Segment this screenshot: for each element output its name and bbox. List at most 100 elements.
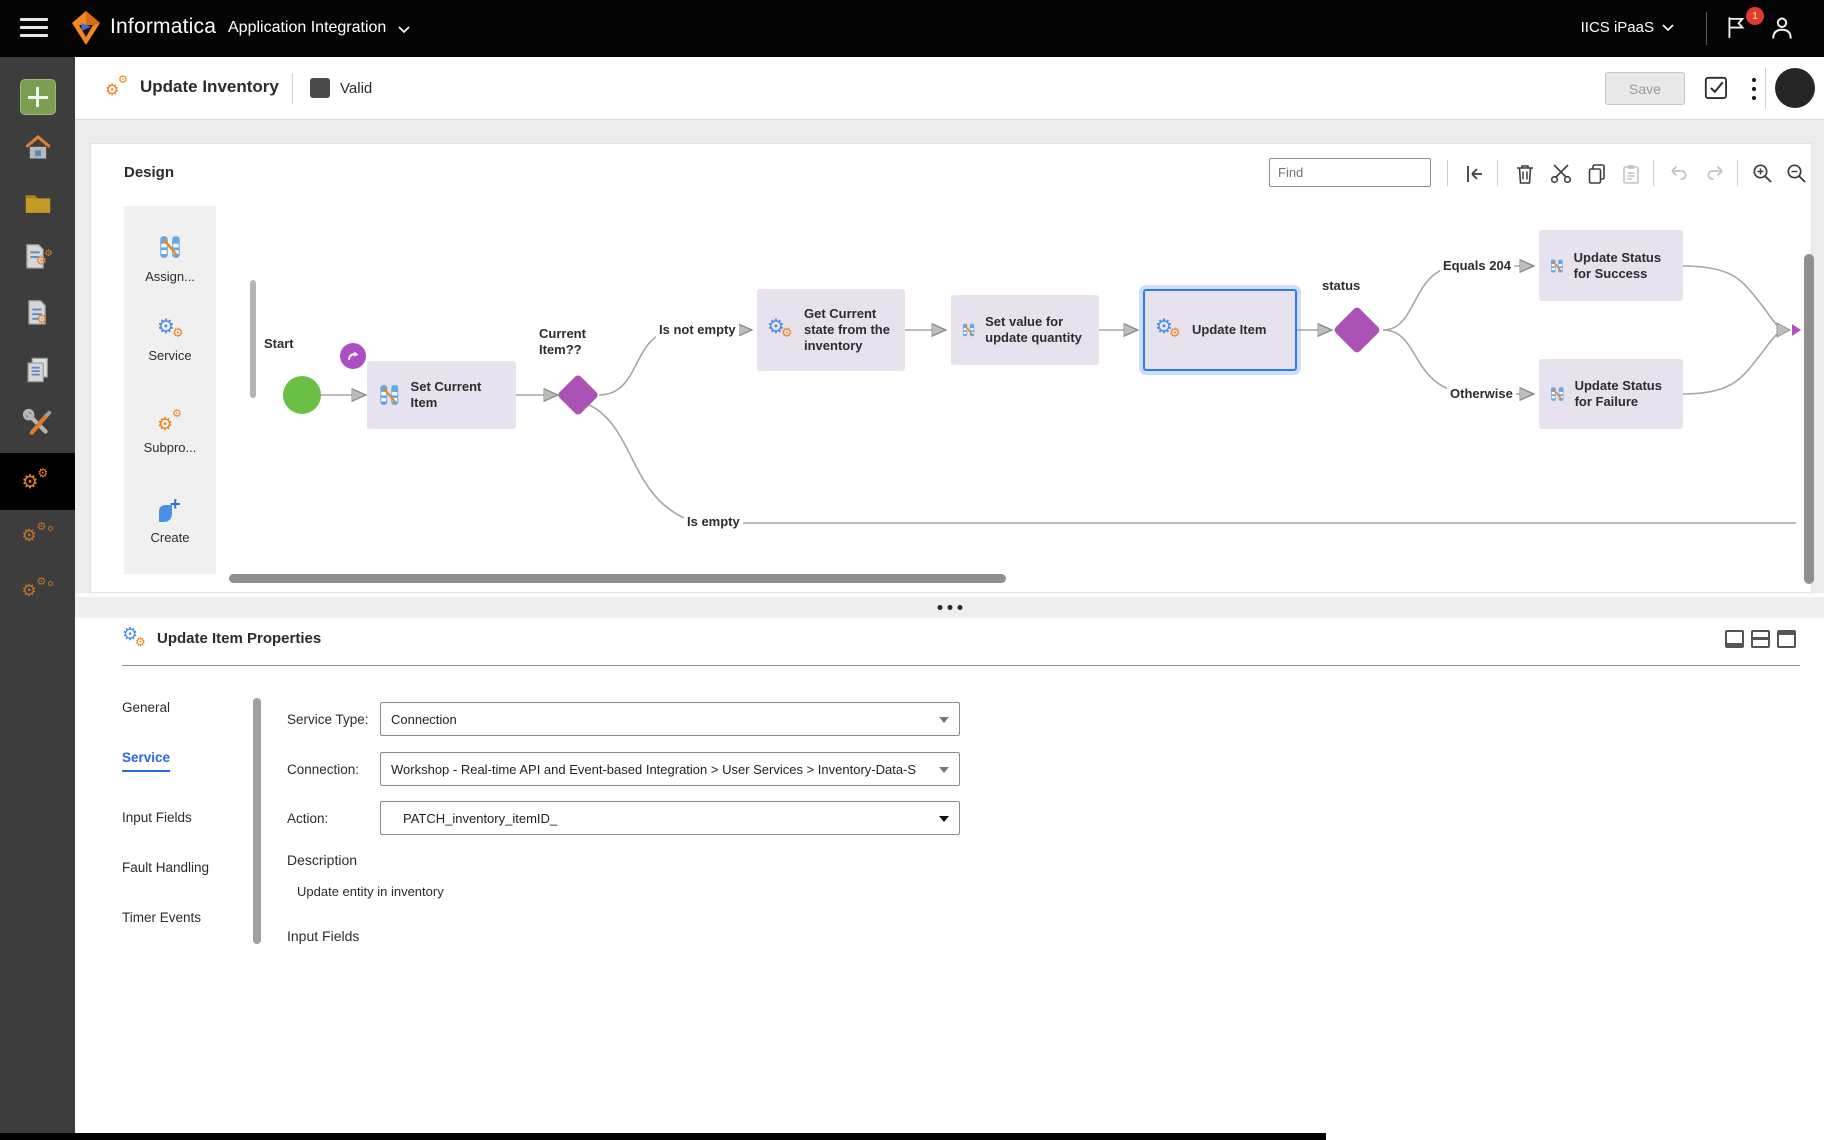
chevron-down-icon: [939, 816, 949, 822]
app-window: Informatica Application Integration IICS…: [0, 0, 1824, 1140]
assignment-icon: [961, 318, 976, 342]
sidebar-item-metadata[interactable]: ⚙: [0, 288, 75, 340]
sidebar-item-admin-tools[interactable]: [0, 398, 75, 450]
avatar[interactable]: [1775, 68, 1815, 108]
node-update-status-success[interactable]: Update Status for Success: [1539, 230, 1683, 301]
input-fields-section-label: Input Fields: [287, 928, 359, 944]
document-data-icon: ⚙: [23, 299, 53, 329]
tabs-scrollbar[interactable]: [253, 698, 261, 944]
branch-label-equals-204: Equals 204: [1440, 258, 1514, 274]
topbar-separator: [1706, 12, 1707, 45]
sidebar-item-explore[interactable]: [0, 177, 75, 229]
connection-label: Connection:: [287, 762, 359, 777]
sidebar-new-button[interactable]: [0, 71, 75, 123]
process-gears-icon: ⚙ ⚙: [22, 467, 54, 497]
tools-icon: [23, 409, 53, 439]
properties-title: Update Item Properties: [157, 630, 321, 647]
page-title: Update Inventory: [140, 77, 279, 97]
chevron-down-icon: [398, 26, 410, 34]
node-set-value[interactable]: Set value for update quantity: [951, 295, 1099, 365]
service-type-label: Service Type:: [287, 712, 369, 727]
panel-splitter[interactable]: [75, 593, 1824, 618]
tab-fault-handling[interactable]: Fault Handling: [122, 860, 209, 875]
canvas-horizontal-scrollbar[interactable]: [229, 574, 1006, 583]
plus-icon: [20, 79, 56, 115]
action-label: Action:: [287, 811, 328, 826]
layout-split-icon[interactable]: [1751, 630, 1770, 648]
save-button[interactable]: Save: [1605, 72, 1685, 105]
more-actions-kebab-icon[interactable]: [1747, 74, 1761, 104]
assignment-icon: [377, 383, 402, 407]
node-update-status-failure[interactable]: Update Status for Failure: [1539, 359, 1683, 429]
design-panel: Design: [90, 143, 1812, 593]
description-label: Description: [287, 852, 357, 868]
node-set-current-item[interactable]: Set Current Item: [367, 361, 516, 429]
service-icon: ⚙⚙: [1155, 317, 1183, 343]
sidebar-item-connectors[interactable]: ⚙ ⚙: [0, 564, 75, 616]
properties-divider: [122, 665, 1800, 666]
home-icon: [24, 135, 52, 161]
service-type-select[interactable]: Connection: [380, 702, 960, 736]
bottom-strip: [0, 1133, 1326, 1140]
layout-top-icon[interactable]: [1777, 630, 1796, 648]
validate-check-square-icon[interactable]: [1703, 75, 1730, 102]
tab-general[interactable]: General: [122, 700, 170, 715]
user-profile-icon[interactable]: [1768, 14, 1798, 44]
document-gears-icon: ⚙ ⚙: [23, 243, 53, 273]
chevron-down-icon: [1662, 24, 1674, 32]
branch-label-otherwise: Otherwise: [1447, 386, 1516, 402]
tab-timer-events[interactable]: Timer Events: [122, 910, 201, 925]
layout-bottom-icon[interactable]: [1725, 630, 1744, 648]
design-workarea: Design: [75, 120, 1824, 593]
notifications-flag-icon[interactable]: 1: [1724, 13, 1758, 45]
gears-network-icon: ⚙ ⚙: [22, 575, 54, 605]
decision-label-status: status: [1319, 278, 1363, 294]
start-label: Start: [261, 336, 297, 352]
branch-label-is-empty: Is empty: [684, 514, 743, 530]
start-node[interactable]: [283, 376, 321, 414]
process-type-icon: ⚙ ⚙: [105, 74, 135, 102]
sidebar-item-home[interactable]: [0, 122, 75, 174]
merge-arrow-icon: [1777, 323, 1790, 337]
chevron-down-icon: [939, 767, 949, 773]
app-sidebar: ⚙ ⚙ ⚙: [0, 57, 75, 1140]
informatica-logo-icon: [70, 10, 102, 51]
chevron-down-icon: [939, 717, 949, 723]
header-separator: [292, 73, 293, 104]
validation-status-text: Valid: [340, 80, 372, 97]
end-node-partial: [1792, 324, 1801, 336]
properties-panel: ⚙ ⚙ Update Item Properties General Servi…: [75, 618, 1824, 1134]
product-switcher[interactable]: Application Integration: [228, 19, 386, 37]
tab-service[interactable]: Service: [122, 750, 170, 772]
top-bar: Informatica Application Integration IICS…: [0, 0, 1824, 57]
canvas-vertical-scrollbar[interactable]: [1804, 254, 1814, 584]
sidebar-item-process-designer-active[interactable]: ⚙ ⚙: [0, 453, 75, 510]
sidebar-item-process-objects[interactable]: ⚙ ⚙: [0, 509, 75, 561]
folder-icon: [24, 191, 52, 215]
action-select[interactable]: PATCH_inventory_itemID_: [380, 801, 960, 835]
service-icon: ⚙ ⚙: [122, 626, 152, 654]
service-icon: ⚙⚙: [767, 317, 795, 343]
sidebar-item-data-services[interactable]: ⚙ ⚙: [0, 232, 75, 284]
tab-input-fields[interactable]: Input Fields: [122, 810, 192, 825]
node-update-item-selected[interactable]: ⚙⚙ Update Item: [1143, 289, 1297, 371]
validation-status-icon: [310, 78, 330, 98]
decision-label-current-item: Current Item??: [536, 326, 608, 358]
branch-label-is-not-empty: Is not empty: [656, 322, 739, 338]
notification-badge: 1: [1746, 7, 1764, 25]
sidebar-item-assets[interactable]: [0, 344, 75, 396]
org-switcher[interactable]: IICS iPaaS: [1581, 19, 1674, 36]
assignment-icon: [1549, 254, 1565, 278]
drag-handle-icon[interactable]: [937, 605, 962, 610]
assignment-icon: [1549, 382, 1566, 406]
gears-network-icon: ⚙ ⚙: [22, 520, 54, 550]
copy-documents-icon: [24, 356, 52, 384]
header-separator: [1765, 68, 1766, 109]
hamburger-menu-icon[interactable]: [20, 18, 48, 39]
connection-select[interactable]: Workshop - Real-time API and Event-based…: [380, 752, 960, 786]
brand-name: Informatica: [110, 15, 216, 39]
event-badge-icon[interactable]: [340, 343, 366, 369]
description-value: Update entity in inventory: [297, 884, 444, 899]
asset-header: ⚙ ⚙ Update Inventory Valid Save: [75, 57, 1824, 120]
node-get-current-state[interactable]: ⚙⚙ Get Current state from the inventory: [757, 289, 905, 371]
